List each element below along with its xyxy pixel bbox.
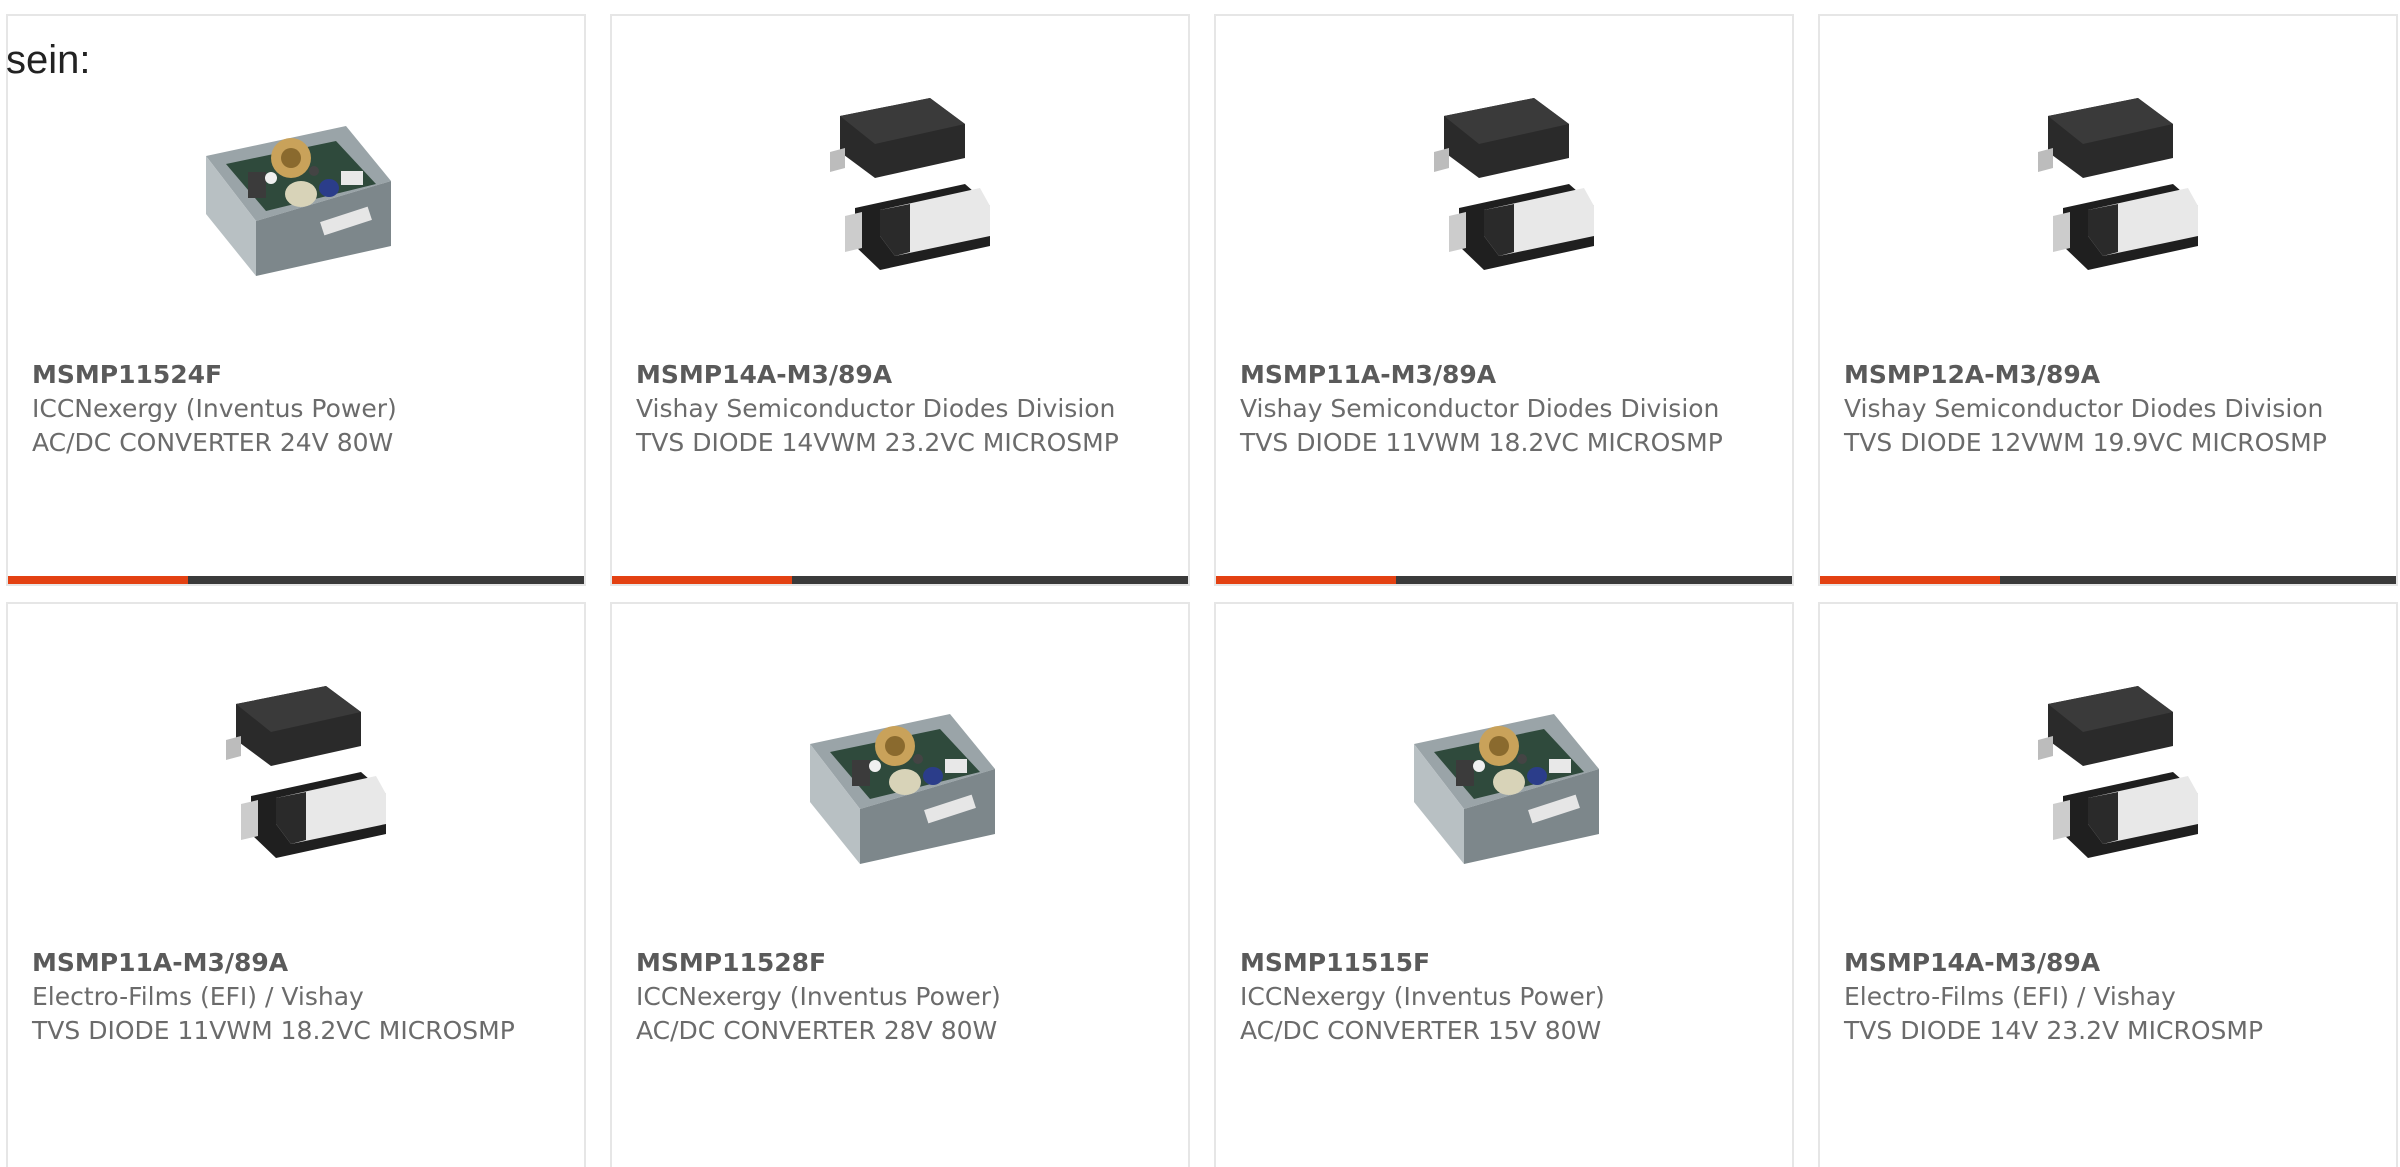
diode-package-icon[interactable] bbox=[800, 86, 1000, 286]
part-number-link[interactable]: MSMP12A-M3/89A bbox=[1844, 358, 2372, 392]
description: TVS DIODE 11VWM 18.2VC MICROSMP bbox=[32, 1016, 515, 1045]
product-card[interactable]: MSMP12A-M3/89A Vishay Semiconductor Diod… bbox=[1818, 14, 2398, 586]
product-info: MSMP11A-M3/89A Electro-Films (EFI) / Vis… bbox=[32, 946, 560, 1048]
power-supply-icon[interactable] bbox=[800, 674, 1000, 874]
card-accent-segment bbox=[8, 576, 188, 584]
manufacturer: ICCNexergy (Inventus Power) bbox=[636, 982, 1001, 1011]
card-accent-bar bbox=[1216, 576, 1792, 584]
product-info: MSMP11524F ICCNexergy (Inventus Power) A… bbox=[32, 358, 560, 460]
description: AC/DC CONVERTER 24V 80W bbox=[32, 428, 394, 457]
manufacturer: Electro-Films (EFI) / Vishay bbox=[1844, 982, 2176, 1011]
power-supply-icon[interactable] bbox=[1404, 674, 1604, 874]
part-number-link[interactable]: MSMP11528F bbox=[636, 946, 1164, 980]
manufacturer: Vishay Semiconductor Diodes Division bbox=[1240, 394, 1720, 423]
part-number-link[interactable]: MSMP11A-M3/89A bbox=[1240, 358, 1768, 392]
diode-package-icon[interactable] bbox=[1404, 86, 1604, 286]
product-info: MSMP14A-M3/89A Electro-Films (EFI) / Vis… bbox=[1844, 946, 2372, 1048]
description: TVS DIODE 11VWM 18.2VC MICROSMP bbox=[1240, 428, 1723, 457]
diode-package-icon[interactable] bbox=[2008, 86, 2208, 286]
part-number-link[interactable]: MSMP11515F bbox=[1240, 946, 1768, 980]
product-card[interactable]: MSMP14A-M3/89A Electro-Films (EFI) / Vis… bbox=[1818, 602, 2398, 1167]
product-card[interactable]: MSMP11A-M3/89A Vishay Semiconductor Diod… bbox=[1214, 14, 1794, 586]
part-number-link[interactable]: MSMP14A-M3/89A bbox=[636, 358, 1164, 392]
product-card[interactable]: MSMP11A-M3/89A Electro-Films (EFI) / Vis… bbox=[6, 602, 586, 1167]
product-info: MSMP12A-M3/89A Vishay Semiconductor Diod… bbox=[1844, 358, 2372, 460]
product-info: MSMP14A-M3/89A Vishay Semiconductor Diod… bbox=[636, 358, 1164, 460]
manufacturer: ICCNexergy (Inventus Power) bbox=[1240, 982, 1605, 1011]
card-accent-bar bbox=[1820, 576, 2396, 584]
card-accent-segment bbox=[1820, 576, 2000, 584]
product-info: MSMP11A-M3/89A Vishay Semiconductor Diod… bbox=[1240, 358, 1768, 460]
description: TVS DIODE 14VWM 23.2VC MICROSMP bbox=[636, 428, 1119, 457]
product-card[interactable]: MSMP11528F ICCNexergy (Inventus Power) A… bbox=[610, 602, 1190, 1167]
part-number-link[interactable]: MSMP14A-M3/89A bbox=[1844, 946, 2372, 980]
card-accent-segment bbox=[1216, 576, 1396, 584]
product-info: MSMP11528F ICCNexergy (Inventus Power) A… bbox=[636, 946, 1164, 1048]
intro-text: sein: bbox=[6, 38, 91, 82]
power-supply-icon[interactable] bbox=[196, 86, 396, 286]
part-number-link[interactable]: MSMP11524F bbox=[32, 358, 560, 392]
product-grid: MSMP11524F ICCNexergy (Inventus Power) A… bbox=[6, 14, 2398, 1167]
product-card[interactable]: MSMP11524F ICCNexergy (Inventus Power) A… bbox=[6, 14, 586, 586]
diode-package-icon[interactable] bbox=[2008, 674, 2208, 874]
diode-package-icon[interactable] bbox=[196, 674, 396, 874]
part-number-link[interactable]: MSMP11A-M3/89A bbox=[32, 946, 560, 980]
description: TVS DIODE 12VWM 19.9VC MICROSMP bbox=[1844, 428, 2327, 457]
manufacturer: Electro-Films (EFI) / Vishay bbox=[32, 982, 364, 1011]
product-card[interactable]: MSMP14A-M3/89A Vishay Semiconductor Diod… bbox=[610, 14, 1190, 586]
description: AC/DC CONVERTER 15V 80W bbox=[1240, 1016, 1602, 1045]
card-accent-bar bbox=[612, 576, 1188, 584]
product-card[interactable]: MSMP11515F ICCNexergy (Inventus Power) A… bbox=[1214, 602, 1794, 1167]
product-info: MSMP11515F ICCNexergy (Inventus Power) A… bbox=[1240, 946, 1768, 1048]
description: AC/DC CONVERTER 28V 80W bbox=[636, 1016, 998, 1045]
manufacturer: ICCNexergy (Inventus Power) bbox=[32, 394, 397, 423]
product-grid-page: sein: MSMP11524F ICCNexergy (Inventus Po… bbox=[0, 0, 2400, 1167]
card-accent-bar bbox=[8, 576, 584, 584]
description: TVS DIODE 14V 23.2V MICROSMP bbox=[1844, 1016, 2264, 1045]
manufacturer: Vishay Semiconductor Diodes Division bbox=[636, 394, 1116, 423]
manufacturer: Vishay Semiconductor Diodes Division bbox=[1844, 394, 2324, 423]
card-accent-segment bbox=[612, 576, 792, 584]
